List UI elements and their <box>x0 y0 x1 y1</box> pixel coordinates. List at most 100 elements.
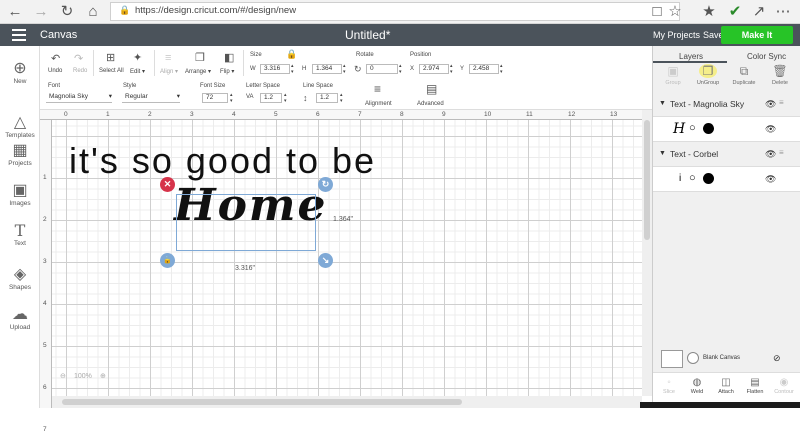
share-icon[interactable]: ↗ <box>750 3 768 21</box>
eye-icon[interactable]: 👁 <box>765 149 776 160</box>
refresh-icon[interactable]: ↻ <box>58 3 76 21</box>
advanced-icon[interactable]: ▤ <box>426 83 437 95</box>
chevron-down-icon[interactable]: ▼ <box>659 100 666 107</box>
canvas-color-circle[interactable] <box>687 352 699 364</box>
undo-button[interactable]: Undo <box>48 68 62 74</box>
horizontal-scrollbar[interactable] <box>52 396 642 408</box>
zoom-out-icon[interactable]: ⊖ <box>60 372 66 380</box>
edit-button[interactable]: Edit ▾ <box>130 68 145 75</box>
ungroup-button[interactable]: ❐ UnGroup <box>691 64 725 86</box>
eye-icon[interactable]: 👁 <box>765 99 776 110</box>
chevron-down-icon[interactable]: ▼ <box>659 150 666 157</box>
scroll-thumb[interactable] <box>644 120 650 240</box>
favorite-star-icon[interactable]: ☆ <box>666 3 684 21</box>
font-size-stepper[interactable]: ▴ ▾ <box>230 92 233 104</box>
cut-operation-icon[interactable]: ○ <box>689 172 696 184</box>
new-button[interactable]: ⊕ New <box>0 60 40 85</box>
redo-button[interactable]: Redo <box>73 68 87 74</box>
flip-button[interactable]: Flip ▾ <box>220 68 234 75</box>
width-input[interactable]: 3.316 <box>260 64 290 74</box>
x-stepper[interactable]: ▴ ▾ <box>450 63 453 75</box>
hamburger-menu-icon[interactable] <box>12 29 26 41</box>
line-space-stepper[interactable]: ▴ ▾ <box>340 92 343 104</box>
design-canvas[interactable]: it's so good to be Home ✕ ↻ 🔒 ↘ 3.316" 1… <box>52 120 642 396</box>
shapes-button[interactable]: ◈ Shapes <box>0 266 40 291</box>
vertical-scrollbar[interactable] <box>642 110 652 396</box>
home-icon[interactable]: ⌂ <box>84 3 102 21</box>
delete-handle-icon[interactable]: ✕ <box>160 177 175 192</box>
layer-item[interactable]: H ○ 👁 <box>653 116 800 142</box>
lock-aspect-icon[interactable]: 🔒 <box>286 48 297 60</box>
group-button[interactable]: ▣ Group <box>656 64 690 86</box>
text-layer-corbel[interactable]: it's so good to be <box>69 140 376 182</box>
style-select[interactable]: Regular ▾ <box>122 93 180 103</box>
contour-button[interactable]: ◉ Contour <box>770 377 798 395</box>
align-icon[interactable]: ≡ <box>165 52 171 64</box>
templates-button[interactable]: △ Templates <box>0 114 40 139</box>
weld-button[interactable]: ◍ Weld <box>683 377 711 395</box>
letter-space-stepper[interactable]: ▴ ▾ <box>284 92 287 104</box>
font-select[interactable]: Magnolia Sky ▾ <box>46 93 112 103</box>
duplicate-button[interactable]: ⧉ Duplicate <box>727 64 761 86</box>
color-swatch[interactable] <box>703 123 714 134</box>
x-input[interactable]: 2.974 <box>419 64 449 74</box>
advanced-button[interactable]: Advanced <box>417 101 444 107</box>
more-icon[interactable]: ⋯ <box>774 3 792 21</box>
tab-layers[interactable]: Layers <box>679 52 703 61</box>
rotate-stepper[interactable]: ▴ ▾ <box>399 63 402 75</box>
drag-handle-icon[interactable]: ≡ <box>779 148 784 157</box>
flip-icon[interactable]: ◧ <box>224 52 234 64</box>
width-stepper[interactable]: ▴ ▾ <box>291 63 294 75</box>
projects-button[interactable]: ▦ Projects <box>0 142 40 167</box>
height-input[interactable]: 1.364 <box>312 64 342 74</box>
select-all-button[interactable]: Select All <box>99 68 124 74</box>
drag-handle-icon[interactable]: ≡ <box>779 98 784 107</box>
letter-space-input[interactable]: 1.2 <box>260 93 282 103</box>
alignment-button[interactable]: Alignment <box>365 101 392 107</box>
arrange-icon[interactable]: ❐ <box>195 52 205 64</box>
font-size-input[interactable]: 72 <box>202 93 228 103</box>
rotate-input[interactable]: 0 <box>366 64 398 74</box>
eye-icon[interactable]: 👁 <box>765 174 776 185</box>
resize-handle-icon[interactable]: ↘ <box>318 253 333 268</box>
layer-group-magnolia[interactable]: ▼ Text - Magnolia Sky 👁 ≡ <box>653 96 800 114</box>
select-all-icon[interactable]: ⊞ <box>106 52 115 64</box>
forward-arrow-icon[interactable]: → <box>32 3 50 21</box>
y-stepper[interactable]: ▴ ▾ <box>500 63 503 75</box>
arrange-button[interactable]: Arrange ▾ <box>185 68 211 75</box>
my-projects-link[interactable]: My Projects <box>653 30 700 40</box>
delete-button[interactable]: 🗑 Delete <box>763 64 797 86</box>
alignment-icon[interactable]: ≡ <box>374 83 381 95</box>
redo-icon[interactable]: ↷ <box>74 53 83 65</box>
eye-icon[interactable]: 👁 <box>765 124 776 135</box>
images-button[interactable]: ▣ Images <box>0 182 40 207</box>
back-arrow-icon[interactable]: ← <box>6 3 24 21</box>
rotate-handle-icon[interactable]: ↻ <box>318 177 333 192</box>
upload-button[interactable]: ☁ Upload <box>0 306 40 331</box>
line-space-input[interactable]: 1.2 <box>316 93 338 103</box>
y-input[interactable]: 2.458 <box>469 64 499 74</box>
text-button[interactable]: T Text <box>0 222 40 248</box>
make-it-button[interactable]: Make It <box>721 26 793 44</box>
blank-canvas-swatch[interactable] <box>661 350 683 368</box>
layer-group-corbel[interactable]: ▼ Text - Corbel 👁 ≡ <box>653 146 800 164</box>
lock-handle-icon[interactable]: 🔒 <box>160 253 175 268</box>
eye-off-icon[interactable]: ⊘ <box>773 353 781 364</box>
flatten-button[interactable]: ▤ Flatten <box>741 377 769 395</box>
layer-item[interactable]: i ○ 👁 <box>653 166 800 192</box>
scroll-thumb[interactable] <box>62 399 462 405</box>
selection-box[interactable] <box>176 194 316 251</box>
edit-icon[interactable]: ✦ <box>133 52 142 64</box>
reading-view-icon[interactable]: □ <box>648 3 666 21</box>
align-button[interactable]: Align ▾ <box>160 68 178 75</box>
extension-icon[interactable]: ✔ <box>726 3 744 21</box>
favorites-icon[interactable]: ★ <box>700 3 718 21</box>
slice-button[interactable]: ◦ Slice <box>655 377 683 395</box>
color-swatch[interactable] <box>703 173 714 184</box>
attach-button[interactable]: ◫ Attach <box>712 377 740 395</box>
tab-color-sync[interactable]: Color Sync <box>747 52 786 61</box>
undo-icon[interactable]: ↶ <box>51 53 60 65</box>
zoom-in-icon[interactable]: ⊕ <box>100 372 106 380</box>
address-bar[interactable]: 🔒 https://design.cricut.com/#/design/new <box>110 2 680 21</box>
cut-operation-icon[interactable]: ○ <box>689 122 696 134</box>
